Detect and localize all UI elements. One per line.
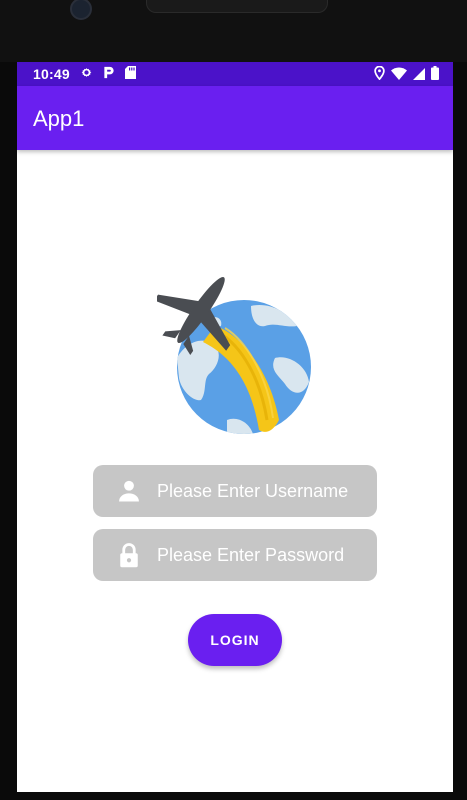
app-screen: 10:49 App1 Please Enter Username LOGIN: [17, 62, 453, 792]
airplane-globe-logo: [154, 270, 317, 440]
status-time: 10:49: [33, 66, 70, 82]
device-bezel-top: [0, 0, 467, 62]
signal-icon: [413, 67, 425, 85]
location-pin-icon: [374, 65, 385, 85]
sd-card-icon: [124, 66, 136, 82]
password-input[interactable]: [155, 528, 391, 582]
front-camera: [70, 0, 92, 20]
parking-p-icon: [103, 66, 115, 82]
wifi-icon: [391, 67, 407, 85]
login-button[interactable]: LOGIN: [188, 614, 282, 666]
password-field[interactable]: [93, 528, 391, 582]
lock-icon: [115, 541, 143, 569]
earpiece-speaker: [146, 0, 328, 13]
status-bar: 10:49: [17, 62, 453, 86]
username-input[interactable]: [155, 464, 391, 518]
app-bar: App1: [17, 86, 453, 150]
app-title: App1: [33, 106, 85, 131]
battery-icon: [431, 66, 439, 85]
person-icon: [115, 477, 143, 505]
username-field[interactable]: [93, 464, 391, 518]
gear-icon: [80, 66, 93, 82]
